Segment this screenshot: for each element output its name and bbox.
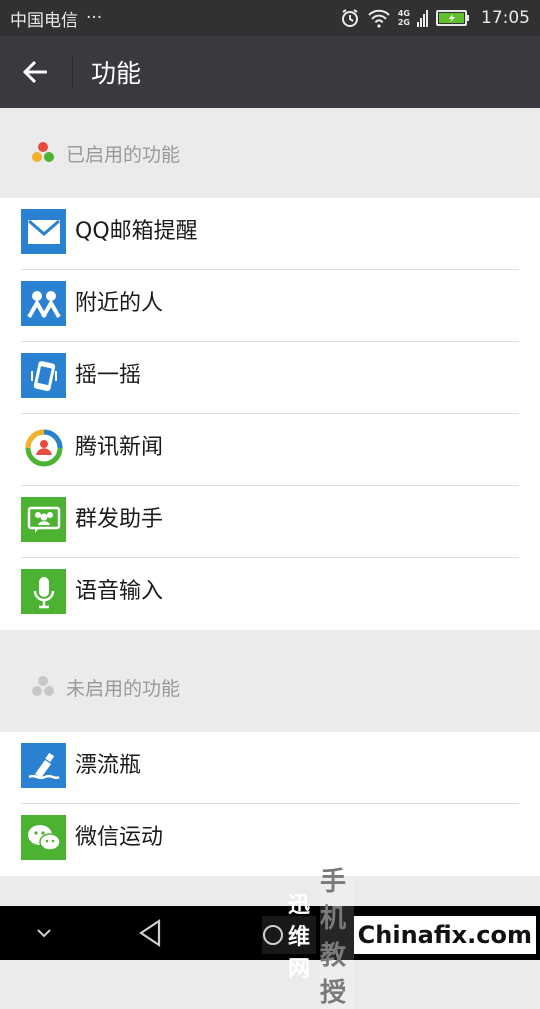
list-item-label: QQ邮箱提醒 (75, 219, 198, 244)
wechat-sport-icon (21, 815, 66, 860)
list-item-label: 语音输入 (75, 579, 164, 604)
mail-icon (21, 209, 66, 254)
disabled-features-list: 漂流瓶 微信运动 (0, 732, 540, 876)
watermark-mid-text: 手机教授 (320, 861, 354, 1009)
status-bar: 中国电信 ··· 4G 2G 17:05 (0, 0, 540, 36)
clock: 17:05 (481, 8, 530, 28)
back-button[interactable] (0, 36, 72, 108)
list-item-qq-mail[interactable]: QQ邮箱提醒 (0, 198, 540, 270)
list-item-label: 腾讯新闻 (75, 435, 164, 460)
enabled-section-header: 已启用的功能 (0, 108, 540, 198)
network-type-indicator: 4G 2G (398, 9, 410, 27)
watermark: 迅维网 手机教授 Chinafix.com (262, 861, 536, 1009)
signal-icon (417, 8, 429, 28)
disabled-section-header: 未启用的功能 (0, 642, 540, 732)
network-2g-label: 2G (397, 18, 410, 27)
enabled-features-icon (32, 142, 54, 162)
back-arrow-icon (22, 60, 47, 84)
microphone-icon (21, 569, 66, 614)
home-circle-icon (263, 925, 283, 945)
list-item-wechat-sport[interactable]: 微信运动 (0, 804, 540, 876)
page-title: 功能 (91, 59, 142, 88)
enabled-section-label: 已启用的功能 (66, 143, 181, 166)
wifi-icon (367, 8, 391, 28)
watermark-right-text: Chinafix.com (357, 921, 532, 949)
watermark-left-text: 迅维网 (288, 893, 311, 982)
more-notifications-indicator: ··· (86, 8, 103, 28)
triangle-back-icon (139, 918, 161, 948)
watermark-left: 迅维网 (262, 893, 317, 982)
list-item-label: 附近的人 (75, 291, 164, 316)
list-item-voice-input[interactable]: 语音输入 (0, 558, 540, 630)
list-item-label: 群发助手 (75, 507, 164, 532)
carrier-name: 中国电信 (10, 10, 78, 31)
list-item-drift-bottle[interactable]: 漂流瓶 (0, 732, 540, 804)
back-nav-button[interactable] (130, 914, 170, 952)
disabled-features-icon (32, 676, 54, 696)
watermark-right: Chinafix.com (353, 916, 536, 954)
alarm-icon (340, 8, 360, 28)
network-4g-label: 4G (397, 9, 410, 18)
disabled-section-label: 未启用的功能 (66, 677, 181, 700)
list-item-tencent-news[interactable]: 腾讯新闻 (0, 414, 540, 486)
tencent-news-icon (21, 425, 66, 470)
list-item-label: 摇一摇 (75, 363, 142, 388)
people-nearby-icon (21, 281, 66, 326)
title-divider (72, 54, 73, 90)
drift-bottle-icon (21, 743, 66, 788)
list-item-label: 漂流瓶 (75, 753, 142, 778)
list-item-people-nearby[interactable]: 附近的人 (0, 270, 540, 342)
action-bar: 功能 (0, 36, 540, 108)
enabled-features-list: QQ邮箱提醒 附近的人 摇一摇 腾讯新闻 群发助手 语音输入 (0, 198, 540, 630)
shake-icon (21, 353, 66, 398)
mass-send-icon (21, 497, 66, 542)
list-item-mass-send[interactable]: 群发助手 (0, 486, 540, 558)
hide-nav-button[interactable] (24, 918, 64, 948)
list-item-shake[interactable]: 摇一摇 (0, 342, 540, 414)
chevron-down-icon (37, 929, 51, 938)
list-item-label: 微信运动 (75, 825, 164, 850)
battery-icon (436, 9, 470, 27)
